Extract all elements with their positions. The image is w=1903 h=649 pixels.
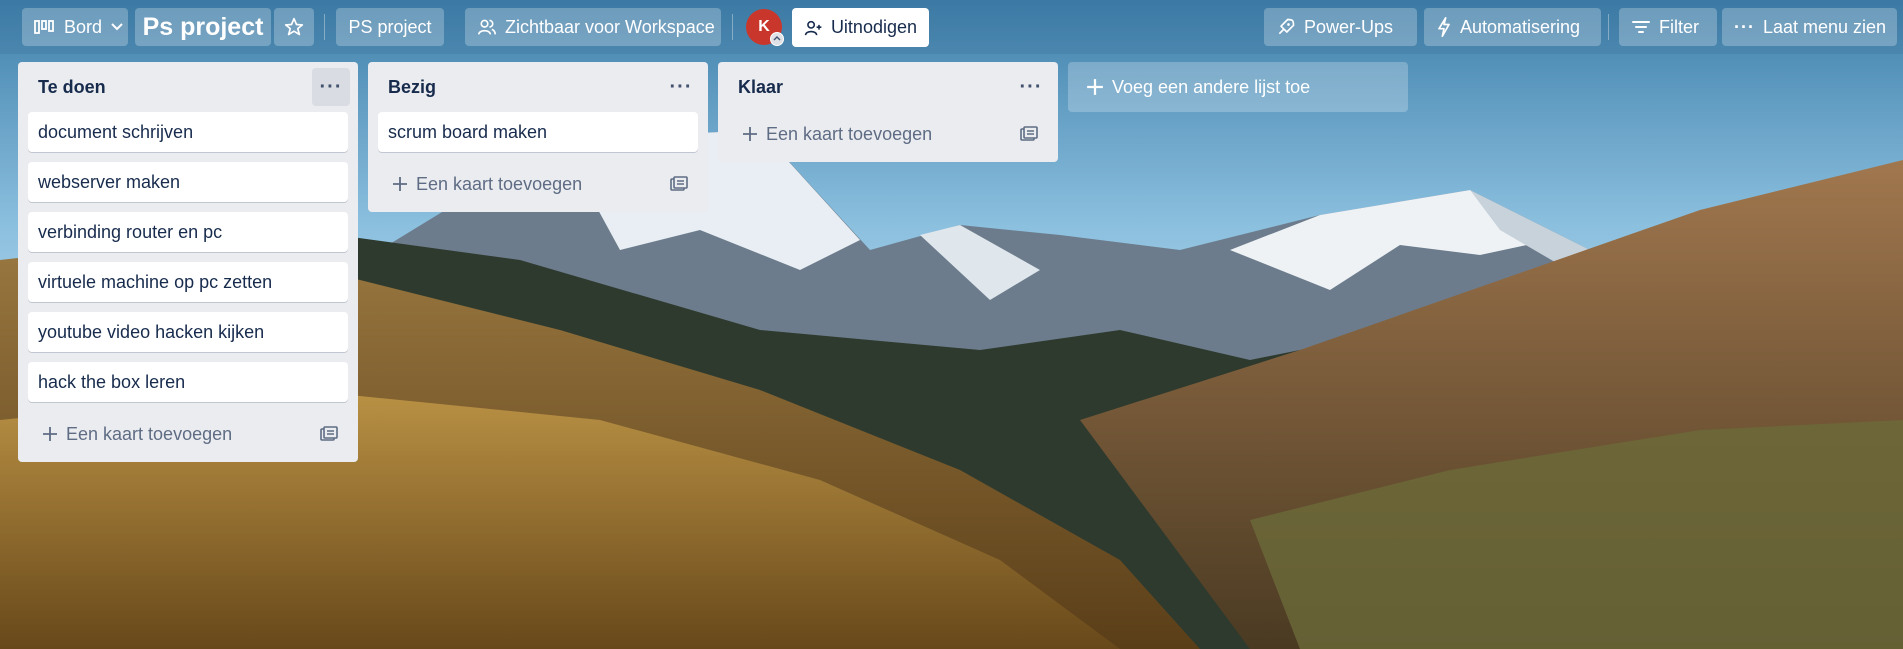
admin-badge-icon [770, 32, 784, 46]
more-dots-icon: ··· [1019, 75, 1043, 98]
plus-icon [743, 127, 757, 141]
filter-label: Filter [1659, 16, 1699, 37]
lightning-icon [1438, 17, 1450, 37]
plus-icon [43, 427, 57, 441]
list-menu-button[interactable]: ··· [662, 68, 700, 106]
list-bezig: Bezig ··· scrum board maken Een kaart to… [368, 62, 708, 212]
power-ups-button[interactable]: Power-Ups [1264, 8, 1417, 46]
add-card-label: Een kaart toevoegen [66, 423, 233, 444]
add-card-label: Een kaart toevoegen [766, 123, 933, 144]
automation-label: Automatisering [1460, 16, 1581, 37]
list-header: Bezig ··· [368, 62, 708, 112]
automation-button[interactable]: Automatisering [1424, 8, 1601, 46]
chevron-down-icon [111, 23, 123, 31]
add-card-row: Een kaart toevoegen [378, 162, 698, 206]
board-icon [34, 20, 54, 34]
list-te-doen: Te doen ··· document schrijven webserver… [18, 62, 358, 462]
add-card-row: Een kaart toevoegen [28, 412, 348, 456]
list-title[interactable]: Te doen [38, 77, 106, 98]
list-title[interactable]: Klaar [738, 77, 783, 98]
rocket-icon [1278, 18, 1295, 35]
add-card-button[interactable]: Een kaart toevoegen [742, 124, 932, 145]
create-from-template-icon[interactable] [320, 426, 338, 442]
add-card-row: Een kaart toevoegen [728, 112, 1048, 156]
card[interactable]: verbinding router en pc [28, 212, 348, 252]
show-menu-label: Laat menu zien [1762, 16, 1887, 37]
star-icon [284, 17, 304, 36]
add-card-label: Een kaart toevoegen [416, 173, 583, 194]
card[interactable]: virtuele machine op pc zetten [28, 262, 348, 302]
add-list-button[interactable]: Voeg een andere lijst toe [1068, 62, 1408, 112]
create-from-template-icon[interactable] [1020, 126, 1038, 142]
list-header: Te doen ··· [18, 62, 358, 112]
more-dots-icon: ··· [1734, 16, 1755, 37]
more-dots-icon: ··· [319, 75, 343, 98]
list-menu-button[interactable]: ··· [312, 68, 350, 106]
card[interactable]: hack the box leren [28, 362, 348, 402]
filter-icon [1632, 21, 1650, 33]
card[interactable]: webserver maken [28, 162, 348, 202]
list-menu-button[interactable]: ··· [1012, 68, 1050, 106]
header-divider [732, 14, 733, 40]
header-divider [324, 14, 325, 40]
view-switcher-button[interactable]: Bord [22, 8, 128, 46]
visibility-label: Zichtbaar voor Workspace [505, 16, 715, 37]
list-header: Klaar ··· [718, 62, 1058, 112]
filter-button[interactable]: Filter [1619, 8, 1717, 46]
more-dots-icon: ··· [669, 75, 693, 98]
invite-button[interactable]: Uitnodigen [792, 8, 929, 47]
plus-icon [1087, 79, 1103, 95]
add-list-label: Voeg een andere lijst toe [1112, 76, 1311, 97]
add-person-icon [804, 20, 822, 35]
board-title[interactable]: Ps project [135, 8, 271, 46]
card[interactable]: scrum board maken [378, 112, 698, 152]
card[interactable]: youtube video hacken kijken [28, 312, 348, 352]
invite-label: Uitnodigen [830, 17, 917, 37]
plus-icon [393, 177, 407, 191]
visibility-button[interactable]: Zichtbaar voor Workspace [465, 8, 721, 46]
workspace-button[interactable]: PS project [336, 8, 444, 46]
create-from-template-icon[interactable] [670, 176, 688, 192]
add-card-button[interactable]: Een kaart toevoegen [392, 174, 582, 195]
view-switcher-label: Bord [64, 16, 103, 37]
star-button[interactable] [274, 8, 314, 46]
board-header: Bord Ps project PS project Zichtbaar voo… [0, 0, 1903, 54]
show-menu-button[interactable]: ··· Laat menu zien [1722, 8, 1897, 46]
card[interactable]: document schrijven [28, 112, 348, 152]
power-ups-label: Power-Ups [1304, 16, 1394, 37]
list-title[interactable]: Bezig [388, 77, 436, 98]
header-divider [1608, 14, 1609, 40]
list-klaar: Klaar ··· Een kaart toevoegen [718, 62, 1058, 162]
add-card-button[interactable]: Een kaart toevoegen [42, 424, 232, 445]
people-icon [478, 19, 496, 35]
